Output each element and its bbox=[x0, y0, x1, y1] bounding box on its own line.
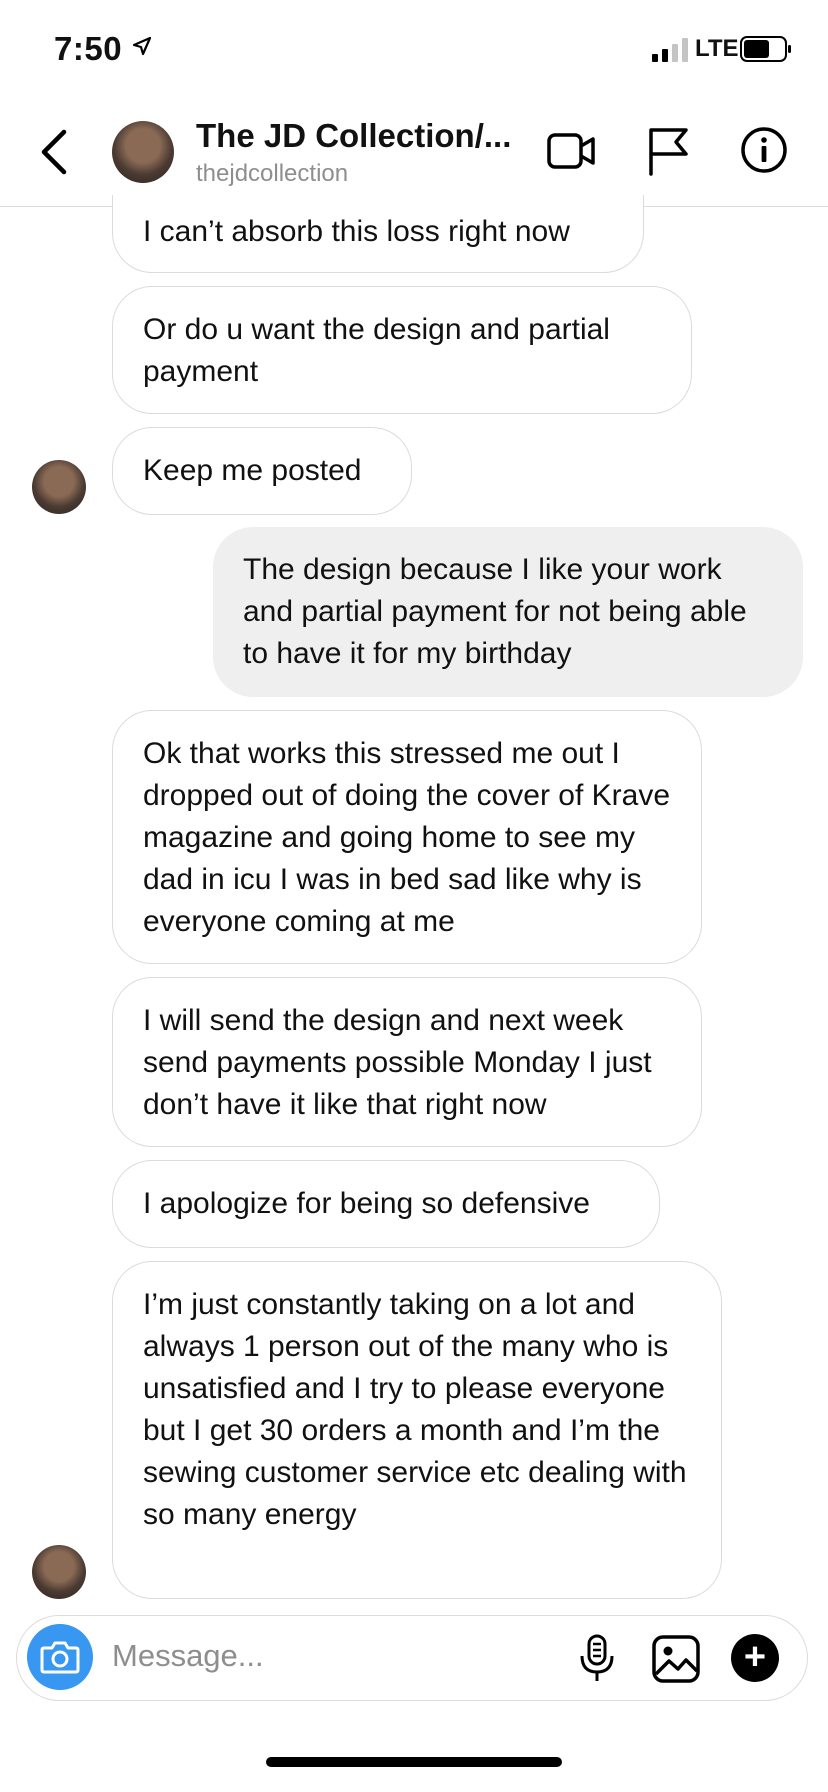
add-content-button[interactable]: + bbox=[731, 1634, 779, 1682]
message-bubble-received[interactable]: Ok that works this stressed me out I dro… bbox=[112, 710, 702, 964]
message-bubble-received[interactable]: I can’t absorb this loss right now bbox=[112, 195, 644, 273]
location-arrow-icon bbox=[132, 36, 152, 56]
message-bubble-received[interactable]: I’m just constantly taking on a lot and … bbox=[112, 1261, 722, 1599]
gallery-icon[interactable] bbox=[651, 1634, 701, 1684]
battery-icon bbox=[740, 36, 791, 62]
chat-header: The JD Collection/... thejdcollection bbox=[0, 100, 828, 207]
message-composer: Message... + bbox=[16, 1615, 808, 1701]
message-bubble-received[interactable]: Keep me posted bbox=[112, 427, 412, 515]
plus-icon: + bbox=[743, 1636, 767, 1678]
microphone-icon[interactable] bbox=[577, 1634, 617, 1684]
camera-icon bbox=[40, 1641, 80, 1674]
sender-avatar bbox=[32, 460, 86, 514]
clock: 7:50 bbox=[54, 30, 123, 67]
message-bubble-received[interactable]: Or do u want the design and partial paym… bbox=[112, 286, 692, 414]
video-call-icon[interactable] bbox=[546, 126, 596, 176]
status-bar: 7:50 LTE bbox=[0, 0, 828, 100]
info-icon[interactable] bbox=[740, 126, 788, 174]
contact-avatar[interactable] bbox=[112, 121, 174, 183]
message-input[interactable]: Message... bbox=[112, 1638, 264, 1674]
contact-name[interactable]: The JD Collection/... bbox=[196, 117, 516, 155]
message-bubble-sent[interactable]: The design because I like your work and … bbox=[213, 527, 803, 697]
signal-strength-icon bbox=[652, 38, 688, 62]
back-chevron-icon[interactable] bbox=[38, 128, 70, 176]
sender-avatar bbox=[32, 1545, 86, 1599]
flag-icon[interactable] bbox=[646, 126, 690, 176]
message-bubble-received[interactable]: I apologize for being so defensive bbox=[112, 1160, 660, 1248]
network-type: LTE bbox=[695, 35, 739, 62]
contact-username[interactable]: thejdcollection bbox=[196, 160, 348, 188]
message-bubble-received[interactable]: I will send the design and next week sen… bbox=[112, 977, 702, 1147]
camera-button[interactable] bbox=[27, 1624, 93, 1690]
home-indicator bbox=[266, 1757, 562, 1767]
